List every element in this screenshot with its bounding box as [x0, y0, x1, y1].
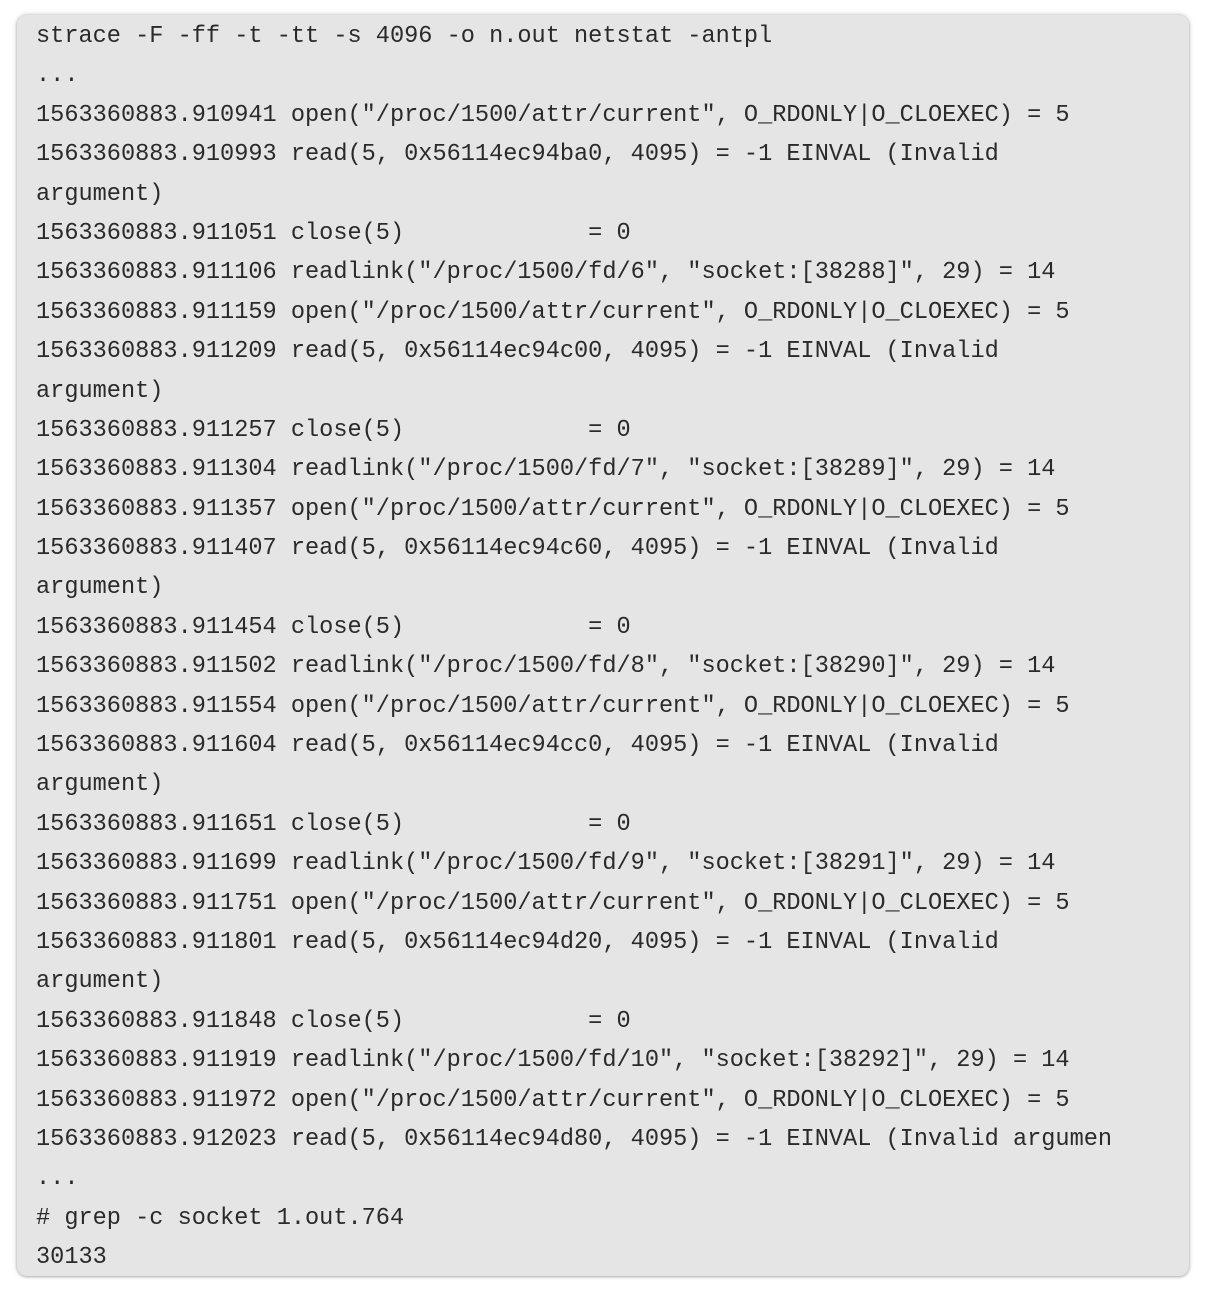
output-line: argument): [36, 574, 164, 602]
output-line: argument): [36, 771, 164, 799]
output-line: 1563360883.911209 read(5, 0x56114ec94c00…: [36, 338, 999, 366]
output-line: 1563360883.911919 readlink("/proc/1500/f…: [36, 1047, 1070, 1075]
grep-command-line: # grep -c socket 1.out.764: [36, 1204, 405, 1232]
output-line: 1563360883.911848 close(5) = 0: [36, 1007, 631, 1035]
output-line: 1563360883.911651 close(5) = 0: [36, 810, 631, 838]
output-line: argument): [36, 180, 164, 208]
output-line: 1563360883.910941 open("/proc/1500/attr/…: [36, 101, 1070, 129]
output-line: argument): [36, 968, 164, 996]
output-line: 1563360883.911159 open("/proc/1500/attr/…: [36, 298, 1070, 326]
output-line: 1563360883.911751 open("/proc/1500/attr/…: [36, 889, 1070, 917]
output-line: 1563360883.911502 readlink("/proc/1500/f…: [36, 653, 1056, 681]
output-line: 1563360883.911357 open("/proc/1500/attr/…: [36, 495, 1070, 523]
output-line: 1563360883.911972 open("/proc/1500/attr/…: [36, 1086, 1070, 1114]
output-line: 1563360883.911554 open("/proc/1500/attr/…: [36, 692, 1070, 720]
output-line: 1563360883.911407 read(5, 0x56114ec94c60…: [36, 535, 999, 563]
ellipsis-line: ...: [36, 1165, 79, 1193]
output-line: 1563360883.912023 read(5, 0x56114ec94d80…: [36, 1125, 1113, 1153]
output-line: 1563360883.911801 read(5, 0x56114ec94d20…: [36, 928, 999, 956]
output-line: 1563360883.911604 read(5, 0x56114ec94cc0…: [36, 732, 999, 760]
output-line: 1563360883.911106 readlink("/proc/1500/f…: [36, 259, 1056, 287]
output-line: argument): [36, 377, 164, 405]
grep-result-line: 30133: [36, 1244, 107, 1272]
output-line: 1563360883.911051 close(5) = 0: [36, 219, 631, 247]
terminal-output: strace -F -ff -t -tt -s 4096 -o n.out ne…: [36, 17, 1185, 1276]
output-line: 1563360883.911257 close(5) = 0: [36, 416, 631, 444]
output-line: 1563360883.911454 close(5) = 0: [36, 613, 631, 641]
ellipsis-line: ...: [36, 62, 79, 90]
command-line: strace -F -ff -t -tt -s 4096 -o n.out ne…: [36, 23, 773, 50]
output-line: 1563360883.910993 read(5, 0x56114ec94ba0…: [36, 141, 999, 169]
output-line: 1563360883.911304 readlink("/proc/1500/f…: [36, 456, 1056, 484]
output-line: 1563360883.911699 readlink("/proc/1500/f…: [36, 850, 1056, 878]
code-block: strace -F -ff -t -tt -s 4096 -o n.out ne…: [17, 15, 1189, 1276]
